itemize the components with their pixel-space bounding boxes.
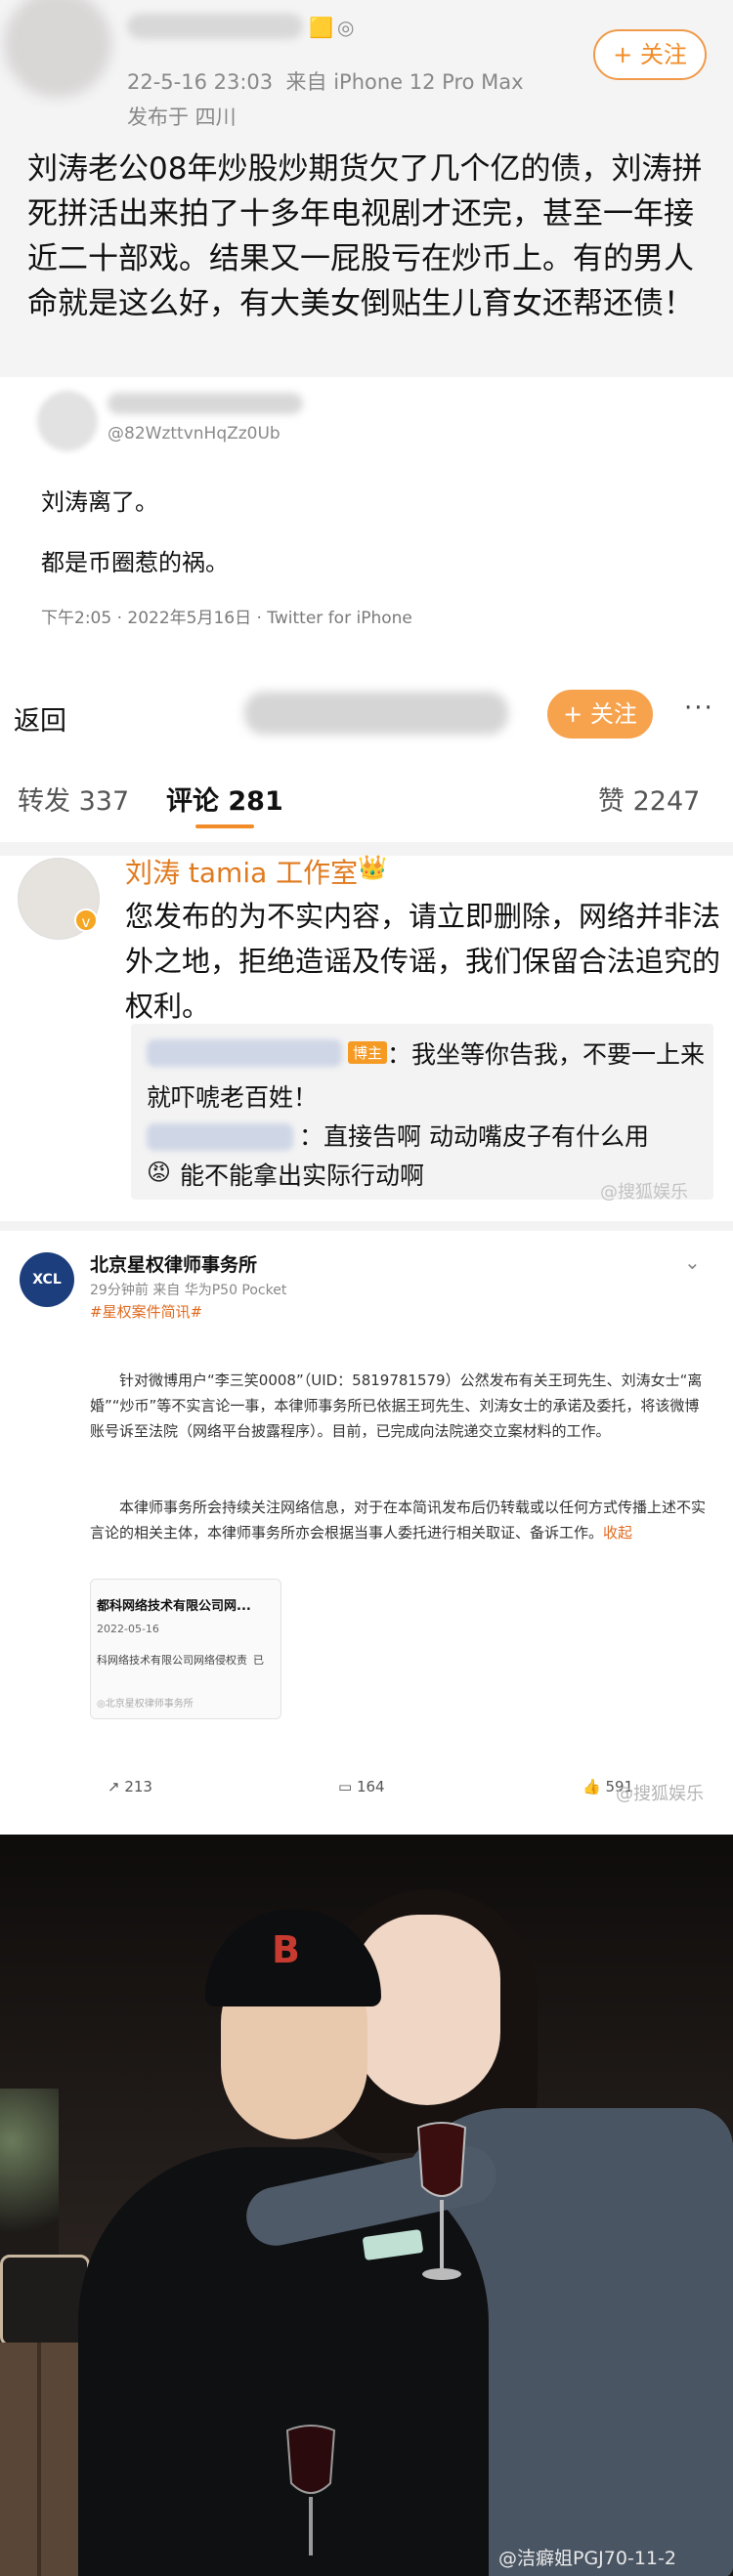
card-desc-end: 已 xyxy=(253,1654,264,1667)
tab-comment[interactable]: 评论 281 xyxy=(166,780,283,818)
tweet-line: 刘涛离了。 xyxy=(41,488,158,516)
card-footer: ◎北京星权律师事务所 xyxy=(97,1699,194,1710)
chevron-down-icon[interactable]: ⌄ xyxy=(684,1250,701,1274)
tweet-blurred-name xyxy=(108,393,303,414)
photo-woman-face xyxy=(354,1915,500,2105)
post-location: 发布于 四川 xyxy=(127,106,237,129)
blurred-reply-author xyxy=(147,1039,342,1067)
watermark: @搜狐娱乐 xyxy=(616,1784,704,1804)
watermark: @洁癖姐PGJ70-11-2 xyxy=(498,2548,676,2569)
card-desc: 科网络技术有限公司网络侵权责 xyxy=(97,1654,247,1667)
tweet-line: 都是币圈惹的祸。 xyxy=(41,549,229,576)
reply-text: ：我坐等你告我，不要一上来 xyxy=(387,1040,706,1069)
more-options-icon[interactable]: ··· xyxy=(684,694,714,723)
comment-screen: 返回 + 关注 ··· 转发 337 评论 281 赞 2247 v 刘涛 ta… xyxy=(0,674,733,1221)
reply-text: ：直接告啊 动动嘴皮子有什么用 xyxy=(299,1122,649,1151)
level-badge-icon: ◎ xyxy=(337,16,355,39)
statement-paragraph: 本律师事务所会持续关注网络信息，对于在本简讯发布后仍转载或以任何方式传播上述不实… xyxy=(90,1495,706,1545)
blurred-username xyxy=(127,14,303,39)
lawfirm-name[interactable]: 北京星权律师事务所 xyxy=(90,1250,257,1277)
post-source: 来自 iPhone 12 Pro Max xyxy=(285,70,524,94)
blurred-avatar xyxy=(4,0,111,98)
tab-repost[interactable]: 转发 337 xyxy=(18,780,129,818)
post-tabs: 转发 337 评论 281 赞 2247 xyxy=(0,772,733,856)
document-card[interactable]: 都科网络技术有限公司网... 2022-05-16 科网络技术有限公司网络侵权责… xyxy=(90,1579,281,1719)
wine-glass-icon xyxy=(285,2425,336,2555)
collapse-link[interactable]: 收起 xyxy=(603,1524,632,1541)
photo-speaker xyxy=(0,2255,90,2346)
tweet-handle: @82WzttvnHqZz0Ub xyxy=(108,424,280,443)
author-tag: 博主 xyxy=(348,1041,388,1064)
reply-text: 就吓唬老百姓！ xyxy=(147,1083,319,1112)
verified-icon: v xyxy=(74,908,98,932)
back-button[interactable]: 返回 xyxy=(14,699,66,738)
comment-button[interactable]: ▭ 164 xyxy=(338,1778,385,1795)
follow-button[interactable]: + 关注 xyxy=(593,29,707,80)
crown-icon: 👑 xyxy=(358,854,387,881)
reply-list[interactable]: 博主 ：我坐等你告我，不要一上来 就吓唬老百姓！ ：直接告啊 动动嘴皮子有什么用… xyxy=(131,1024,713,1200)
wine-glass-icon xyxy=(416,2122,467,2280)
card-title: 都科网络技术有限公司网... xyxy=(97,1599,251,1614)
follow-button[interactable]: + 关注 xyxy=(547,690,653,739)
vip-badge-icon: 🟨 xyxy=(309,16,333,39)
lawfirm-post: XCL 北京星权律师事务所 29分钟前 来自 华为P50 Pocket #星权案… xyxy=(0,1221,733,1815)
active-tab-indicator xyxy=(195,824,254,828)
blurred-reply-author xyxy=(147,1123,293,1151)
tweet-avatar xyxy=(37,391,98,451)
angry-emoji-icon: 😡 xyxy=(147,1159,172,1186)
watermark: @搜狐娱乐 xyxy=(600,1182,688,1203)
tweet-meta: 下午2:05 · 2022年5月16日 · Twitter for iPhone xyxy=(41,609,412,628)
embedded-tweet: @82WzttvnHqZz0Ub 刘涛离了。 都是币圈惹的祸。 下午2:05 ·… xyxy=(0,377,733,651)
blurred-header-name xyxy=(244,692,508,735)
photo-plant xyxy=(0,2089,59,2264)
comment-text: 您发布的为不实内容，请立即删除，网络并非法外之地，拒绝造谣及传谣，我们保留合法追… xyxy=(125,900,721,1023)
statement-paragraph: 针对微博用户“李三笑0008”（UID：5819781579）公然发布有关王珂先… xyxy=(90,1372,703,1440)
couple-photo: B @洁癖姐PGJ70-11-2 xyxy=(0,1835,733,2576)
card-date: 2022-05-16 xyxy=(97,1623,159,1635)
tab-like[interactable]: 赞 2247 xyxy=(598,780,700,818)
lawfirm-logo[interactable]: XCL xyxy=(20,1252,74,1307)
post-time: 22-5-16 23:03 xyxy=(127,70,274,94)
repost-button[interactable]: ↗ 213 xyxy=(108,1778,152,1795)
post-meta: 22-5-16 23:03 来自 iPhone 12 Pro Max xyxy=(127,66,524,96)
hashtag-link[interactable]: #星权案件简讯# xyxy=(90,1301,202,1322)
comment-author[interactable]: 刘涛 tamia 工作室 xyxy=(125,852,358,891)
cap-logo: B xyxy=(272,1928,300,1971)
reply-text: 能不能拿出实际行动啊 xyxy=(180,1161,425,1190)
post-body: 刘涛老公08年炒股炒期货欠了几个亿的债，刘涛拼死拼活出来拍了十多年电视剧才还完，… xyxy=(27,151,703,321)
lawfirm-meta: 29分钟前 来自 华为P50 Pocket xyxy=(90,1283,287,1298)
